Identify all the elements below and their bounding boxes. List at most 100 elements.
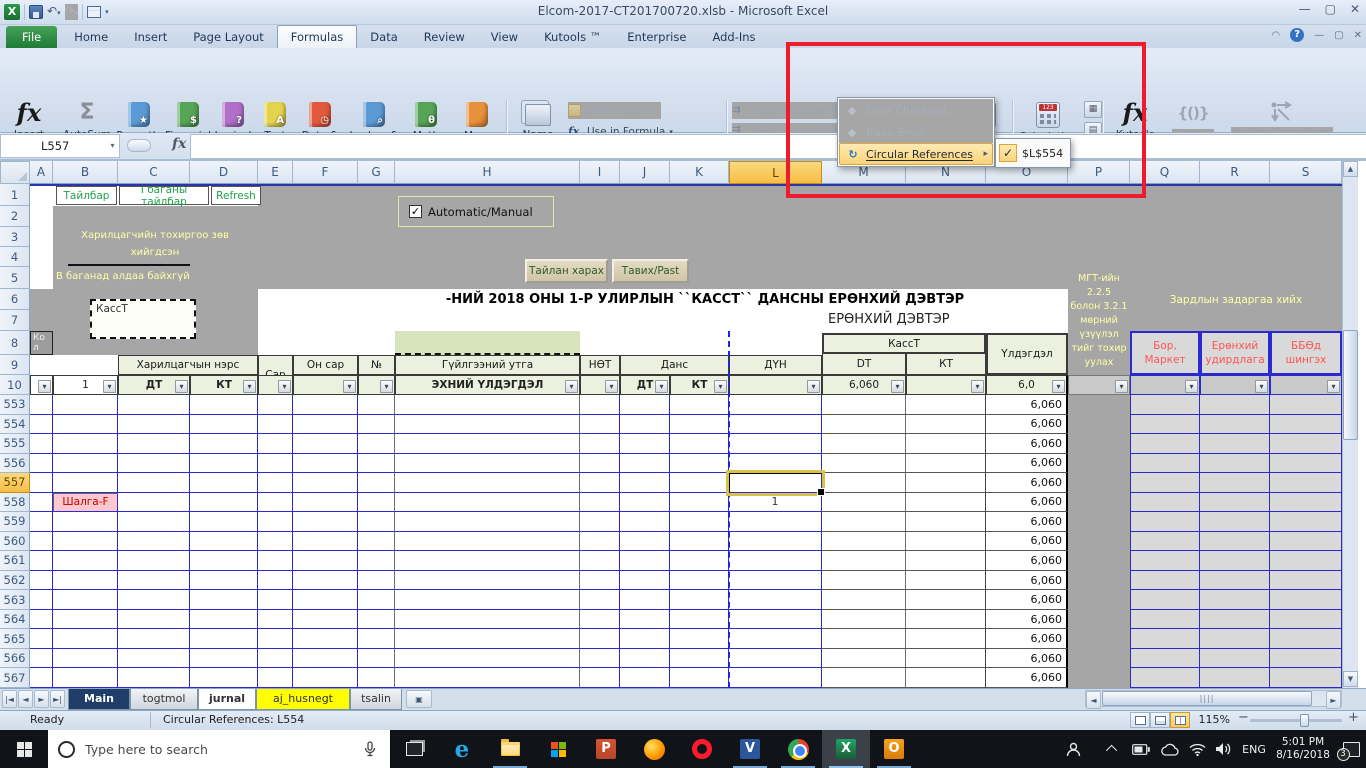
ribbon-tab-view[interactable]: View	[478, 26, 531, 49]
cell-Q565[interactable]	[1130, 629, 1200, 649]
cell-L561[interactable]	[729, 551, 822, 571]
cell-S553[interactable]	[1270, 395, 1342, 415]
cell-L557[interactable]	[729, 473, 822, 493]
column-header-Q[interactable]: Q	[1130, 161, 1200, 184]
cell-G553[interactable]	[358, 395, 395, 415]
cell-N554[interactable]	[906, 415, 986, 435]
insert-worksheet-icon[interactable]: ▣	[406, 690, 432, 708]
name-box-grip[interactable]	[127, 139, 151, 152]
filter-dropdown-icon[interactable]: ▾	[565, 380, 578, 393]
trace-precedents-button[interactable]: ⇉ Trace Precedents	[732, 102, 839, 119]
row-header-563[interactable]: 563	[0, 590, 30, 610]
calculate-now-button[interactable]: ▦	[1084, 101, 1102, 118]
cell-A566[interactable]	[30, 649, 53, 669]
cell-N556[interactable]	[906, 454, 986, 474]
cell-S561[interactable]	[1270, 551, 1342, 571]
cell-I555[interactable]	[580, 434, 620, 454]
cell-L558[interactable]: 1	[729, 493, 822, 513]
cell-H553[interactable]	[395, 395, 580, 415]
cell-A565[interactable]	[30, 629, 53, 649]
cell-N555[interactable]	[906, 434, 986, 454]
cell-C565[interactable]	[118, 629, 190, 649]
cell-S554[interactable]	[1270, 415, 1342, 435]
row-header-564[interactable]: 564	[0, 610, 30, 630]
cell-O560[interactable]: 6,060	[986, 532, 1068, 552]
cell-I563[interactable]	[580, 590, 620, 610]
cell-S555[interactable]	[1270, 434, 1342, 454]
cell-K562[interactable]	[670, 571, 729, 591]
ribbon-tab-kutools[interactable]: Kutools ™	[531, 26, 614, 49]
cell-F564[interactable]	[293, 610, 358, 630]
cell-G561[interactable]	[358, 551, 395, 571]
cell-L556[interactable]	[729, 454, 822, 474]
cell-F563[interactable]	[293, 590, 358, 610]
taskbar-search[interactable]: Type here to search	[48, 730, 390, 768]
zoom-level[interactable]: 115%	[1196, 713, 1230, 726]
cell-I562[interactable]	[580, 571, 620, 591]
cell-H563[interactable]	[395, 590, 580, 610]
cell-S565[interactable]	[1270, 629, 1342, 649]
filter-cell-r10[interactable]: ▾	[1200, 375, 1270, 395]
cell-A563[interactable]	[30, 590, 53, 610]
cell-D563[interactable]	[190, 590, 258, 610]
cell-B566[interactable]	[53, 649, 118, 669]
cell-D557[interactable]	[190, 473, 258, 493]
cell-H558[interactable]	[395, 493, 580, 513]
cell-F555[interactable]	[293, 434, 358, 454]
cell-K564[interactable]	[670, 610, 729, 630]
cell-E555[interactable]	[258, 434, 293, 454]
cell-L566[interactable]	[729, 649, 822, 669]
cell-N567[interactable]	[906, 668, 986, 688]
sheet-tab-main[interactable]: Main	[68, 689, 130, 710]
cell-B567[interactable]	[53, 668, 118, 688]
header-dans[interactable]: Данс	[620, 355, 729, 375]
cell-F559[interactable]	[293, 512, 358, 532]
cell-I565[interactable]	[580, 629, 620, 649]
cell-R566[interactable]	[1200, 649, 1270, 669]
view-normal-button[interactable]	[1130, 712, 1150, 728]
filter-dropdown-icon[interactable]: ▾	[971, 380, 984, 393]
cell-S559[interactable]	[1270, 512, 1342, 532]
cell-I559[interactable]	[580, 512, 620, 532]
cell-H565[interactable]	[395, 629, 580, 649]
cell-N559[interactable]	[906, 512, 986, 532]
row-header-566[interactable]: 566	[0, 649, 30, 669]
cell-R558[interactable]	[1200, 493, 1270, 513]
cell-R562[interactable]	[1200, 571, 1270, 591]
cell-D567[interactable]	[190, 668, 258, 688]
cell-B558[interactable]: Шалга-F	[53, 493, 118, 513]
wifi-icon[interactable]	[1184, 730, 1210, 768]
row-header-4[interactable]: 4	[0, 247, 30, 267]
cell-M553[interactable]	[822, 395, 906, 415]
cell-R560[interactable]	[1200, 532, 1270, 552]
cell-G563[interactable]	[358, 590, 395, 610]
cell-C558[interactable]	[118, 493, 190, 513]
filter-cell-i10[interactable]: ▾	[580, 375, 620, 395]
filter-dropdown-icon[interactable]: ▾	[1115, 380, 1128, 393]
cell-D554[interactable]	[190, 415, 258, 435]
cell-E554[interactable]	[258, 415, 293, 435]
cell-I561[interactable]	[580, 551, 620, 571]
define-name-button[interactable]: Define Name▾	[568, 102, 661, 119]
people-icon[interactable]	[1058, 730, 1088, 768]
save-button[interactable]	[29, 5, 43, 19]
cell-G554[interactable]	[358, 415, 395, 435]
cell-N560[interactable]	[906, 532, 986, 552]
cell-Q564[interactable]	[1130, 610, 1200, 630]
cell-F557[interactable]	[293, 473, 358, 493]
cell-R564[interactable]	[1200, 610, 1270, 630]
cell-S557[interactable]	[1270, 473, 1342, 493]
cell-O557[interactable]: 6,060	[986, 473, 1068, 493]
cell-I554[interactable]	[580, 415, 620, 435]
cell-L555[interactable]	[729, 434, 822, 454]
cell-M562[interactable]	[822, 571, 906, 591]
cell-M565[interactable]	[822, 629, 906, 649]
taskbar-file-explorer[interactable]	[486, 730, 534, 768]
select-all-corner[interactable]	[0, 161, 30, 184]
cell-O565[interactable]: 6,060	[986, 629, 1068, 649]
column-header-L[interactable]: L	[729, 161, 822, 184]
taskbar-store[interactable]	[534, 730, 582, 768]
cell-B556[interactable]	[53, 454, 118, 474]
row-header-5[interactable]: 5	[0, 267, 30, 289]
cell-C561[interactable]	[118, 551, 190, 571]
